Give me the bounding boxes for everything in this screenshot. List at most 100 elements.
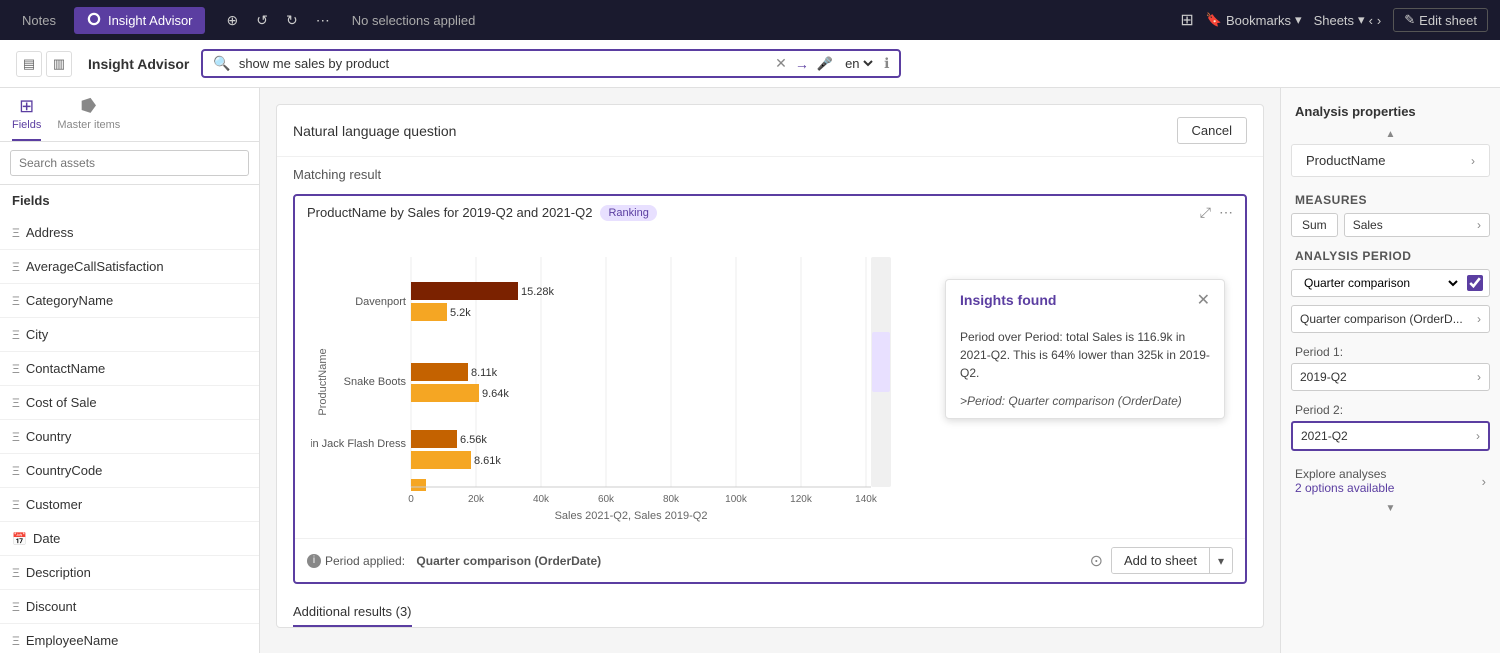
svg-text:20k: 20k [468, 494, 485, 505]
expand-icon[interactable]: ⤢ [1200, 204, 1211, 221]
field-list: Ξ Address Ξ AverageCallSatisfaction Ξ Ca… [0, 216, 259, 653]
sheets-prev[interactable]: ‹ [1369, 13, 1373, 28]
cancel-button[interactable]: Cancel [1177, 117, 1247, 144]
svg-text:Davenport: Davenport [355, 296, 406, 308]
svg-text:6.56k: 6.56k [460, 434, 487, 446]
field-item[interactable]: Ξ Cost of Sale [0, 386, 259, 420]
grid-icon[interactable]: ⊞ [1180, 10, 1193, 30]
sidebar-tab-master-items[interactable]: ⭓ Master items [57, 96, 120, 141]
field-item[interactable]: Ξ Address [0, 216, 259, 250]
insights-found-popup: Insights found ✕ Period over Period: tot… [945, 279, 1225, 419]
field-item[interactable]: Ξ AverageCallSatisfaction [0, 250, 259, 284]
field-item[interactable]: Ξ EmployeeName [0, 624, 259, 653]
sheets-button[interactable]: Sheets ▾ ‹ › [1314, 12, 1382, 28]
field-item-date[interactable]: 📅 Date [0, 522, 259, 556]
fields-tab-label: Fields [12, 119, 41, 131]
analysis-properties-title: Analysis properties [1281, 100, 1500, 129]
period2-value[interactable]: 2021-Q2 › [1291, 421, 1490, 451]
field-name: Description [26, 565, 91, 580]
product-name-label: ProductName [1306, 153, 1385, 168]
language-select[interactable]: en fr de [841, 55, 876, 72]
period-dropdown[interactable]: Quarter comparison Year over year [1291, 269, 1490, 297]
insights-found-close-button[interactable]: ✕ [1197, 290, 1210, 310]
explore-analyses-link[interactable]: 2 options available [1295, 481, 1394, 495]
explore-analyses-title: Explore analyses [1295, 467, 1394, 481]
bookmarks-button[interactable]: 🔖 Bookmarks ▾ [1206, 12, 1302, 28]
more-tool[interactable]: ⋯ [310, 8, 336, 33]
ranking-badge: Ranking [600, 205, 656, 221]
svg-text:Sales 2021-Q2, Sales 2019-Q2: Sales 2021-Q2, Sales 2019-Q2 [555, 510, 708, 522]
bookmarks-label: Bookmarks [1226, 13, 1291, 28]
bookmark-chart-icon[interactable]: ⊙ [1090, 551, 1103, 571]
additional-results-tab[interactable]: Additional results (3) [293, 604, 412, 627]
fields-header: Fields [0, 185, 259, 216]
undo-tool[interactable]: ↺ [250, 8, 274, 33]
measures-sum[interactable]: Sum [1291, 213, 1338, 237]
insight-advisor-tab[interactable]: Insight Advisor [74, 7, 205, 34]
field-icon: Ξ [12, 294, 20, 308]
qc-chevron: › [1477, 312, 1481, 326]
layout-icon-right[interactable]: ▥ [46, 51, 72, 77]
redo-tool[interactable]: ↻ [280, 8, 304, 33]
quarter-comparison-select[interactable]: Quarter comparison Year over year [1292, 270, 1461, 296]
measures-sales[interactable]: Sales › [1344, 213, 1490, 237]
svg-text:60k: 60k [598, 494, 615, 505]
insights-found-link[interactable]: >Period: Quarter comparison (OrderDate) [946, 394, 1224, 418]
matching-result-label: Matching result [277, 157, 1263, 186]
edit-sheet-label: Edit sheet [1419, 13, 1477, 28]
chart-header: ProductName by Sales for 2019-Q2 and 202… [295, 196, 1245, 229]
period1-value[interactable]: 2019-Q2 › [1291, 363, 1490, 391]
field-icon: Ξ [12, 226, 20, 240]
zoom-tool[interactable]: ⊕ [221, 8, 245, 33]
submit-arrow[interactable]: → [795, 56, 809, 72]
field-item[interactable]: Ξ CategoryName [0, 284, 259, 318]
edit-icon: ✎ [1404, 12, 1415, 28]
field-item[interactable]: Ξ ContactName [0, 352, 259, 386]
search-input[interactable] [239, 56, 767, 71]
qc-label: Quarter comparison (OrderD... [1300, 312, 1463, 326]
add-to-sheet-label[interactable]: Add to sheet [1112, 548, 1210, 573]
field-item[interactable]: Ξ CountryCode [0, 454, 259, 488]
search-icon: 🔍 [213, 55, 230, 72]
period-checkbox[interactable] [1467, 275, 1483, 291]
sheets-next[interactable]: › [1377, 13, 1381, 28]
search-bar: 🔍 ✕ → 🎤 en fr de ℹ [201, 49, 901, 78]
mic-icon[interactable]: 🎤 [817, 56, 833, 72]
field-item[interactable]: Ξ Customer [0, 488, 259, 522]
notes-button[interactable]: Notes [12, 9, 66, 32]
insights-found-body: Period over Period: total Sales is 116.9… [946, 320, 1224, 394]
info-icon[interactable]: ℹ [884, 55, 889, 72]
field-item[interactable]: Ξ Description [0, 556, 259, 590]
measures-sales-label: Sales [1353, 218, 1383, 232]
search-assets-input[interactable] [10, 150, 249, 176]
layout-icon-left[interactable]: ▤ [16, 51, 42, 77]
product-name-property[interactable]: ProductName › [1291, 144, 1490, 177]
subheader-title: Insight Advisor [88, 56, 189, 72]
svg-text:0: 0 [408, 494, 414, 505]
add-to-sheet-dropdown-icon[interactable]: ▾ [1210, 549, 1232, 573]
svg-text:120k: 120k [790, 494, 813, 505]
field-item[interactable]: Ξ Country [0, 420, 259, 454]
clear-icon[interactable]: ✕ [775, 55, 787, 72]
add-to-sheet-button[interactable]: Add to sheet ▾ [1111, 547, 1233, 574]
field-name: CategoryName [26, 293, 113, 308]
svg-text:Jumpin Jack Flash Dress: Jumpin Jack Flash Dress [311, 438, 406, 450]
master-items-tab-label: Master items [57, 119, 120, 131]
svg-text:80k: 80k [663, 494, 680, 505]
sidebar-tab-fields[interactable]: ⊞ Fields [12, 96, 41, 141]
period1-label: Period 1: [1281, 341, 1500, 363]
chart-title: ProductName by Sales for 2019-Q2 and 202… [307, 205, 592, 220]
field-name: Discount [26, 599, 77, 614]
field-item[interactable]: Ξ City [0, 318, 259, 352]
edit-sheet-button[interactable]: ✎ Edit sheet [1393, 8, 1488, 32]
more-options-icon[interactable]: ⋯ [1219, 204, 1233, 221]
period2-value-text: 2021-Q2 [1301, 429, 1348, 443]
explore-analyses-chevron[interactable]: › [1482, 474, 1486, 489]
topbar: Notes Insight Advisor ⊕ ↺ ↻ ⋯ No selecti… [0, 0, 1500, 40]
field-item[interactable]: Ξ Discount [0, 590, 259, 624]
field-icon: Ξ [12, 260, 20, 274]
quarter-comparison-orderdate[interactable]: Quarter comparison (OrderD... › [1291, 305, 1490, 333]
search-assets-box [0, 142, 259, 185]
fields-tab-icon: ⊞ [19, 96, 34, 117]
field-icon: Ξ [12, 430, 20, 444]
